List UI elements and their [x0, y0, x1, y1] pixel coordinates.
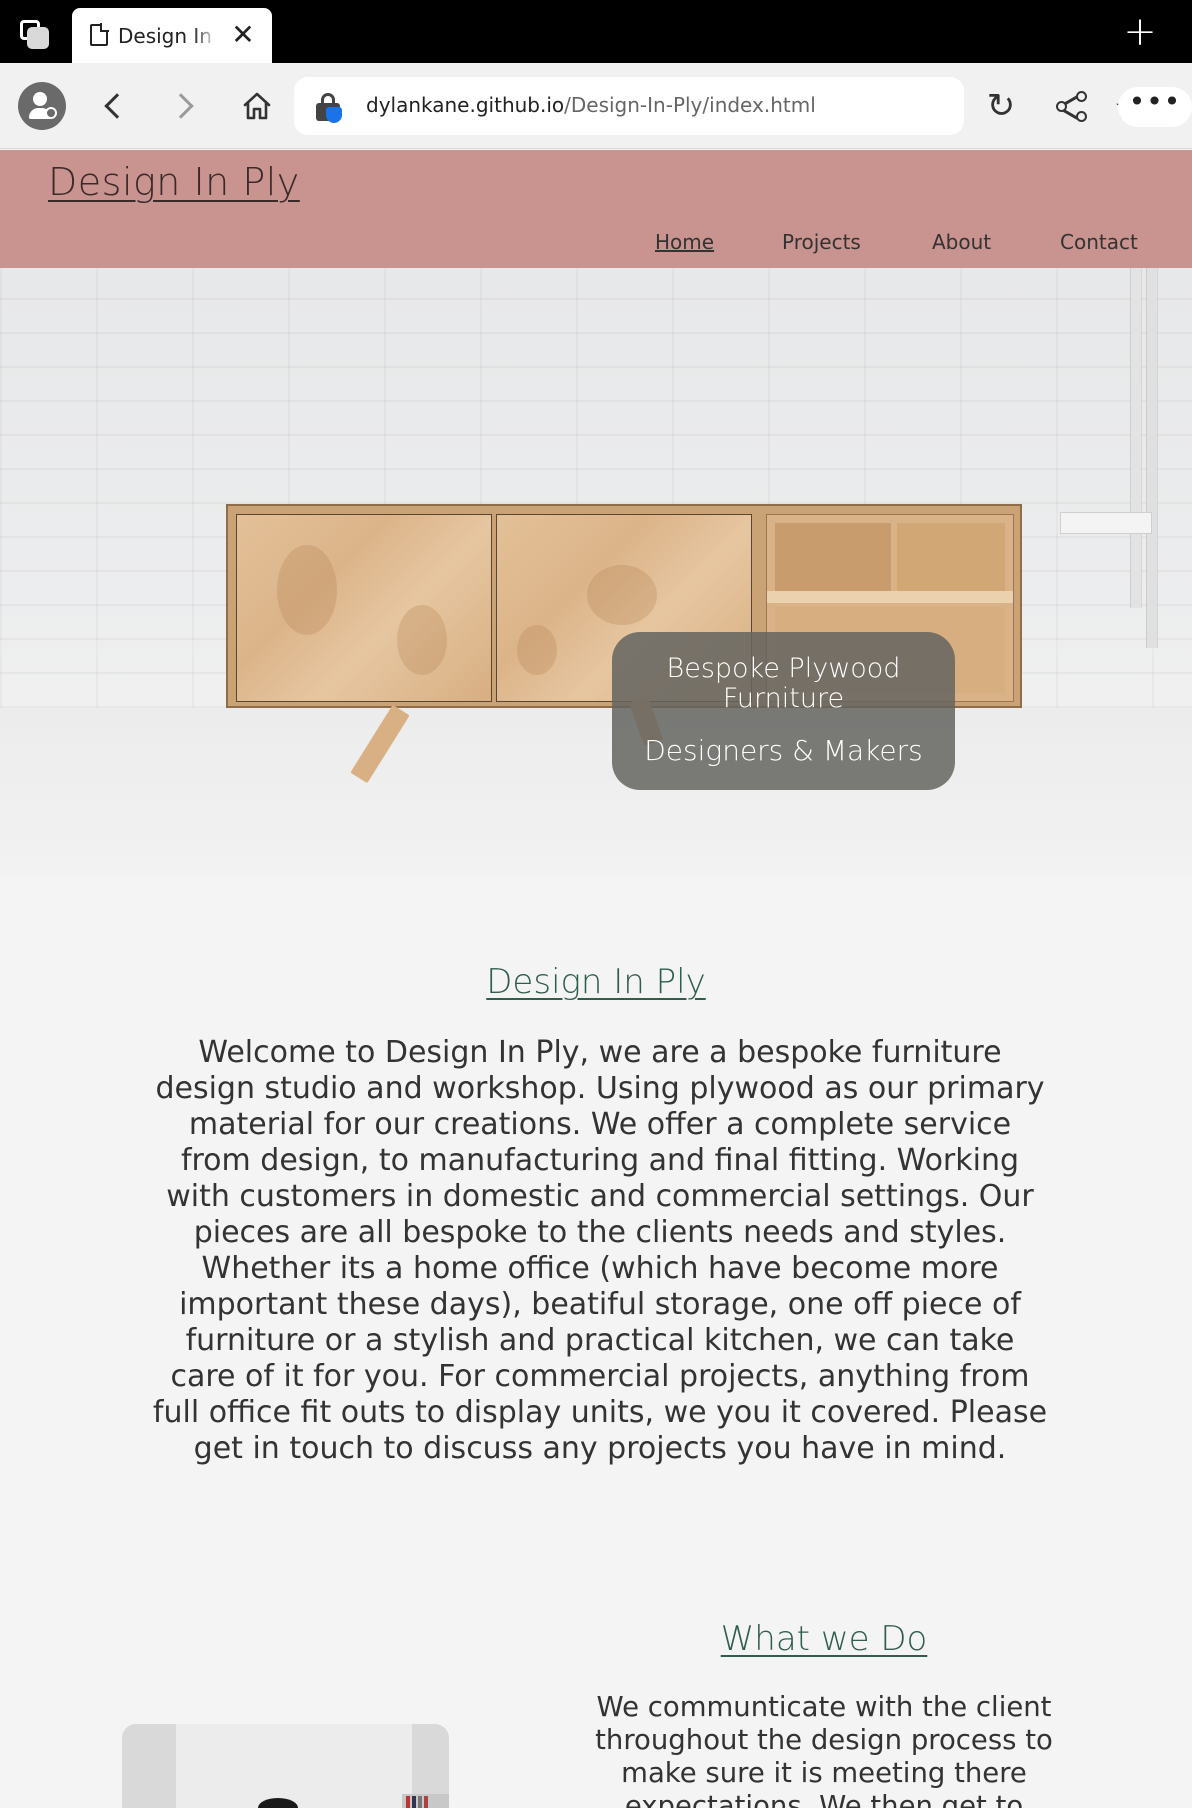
- intro-paragraph: Welcome to Design In Ply, we are a bespo…: [152, 1035, 1048, 1466]
- nav-home-link[interactable]: Home: [655, 230, 714, 254]
- url-path: /Design-In-Ply/index.html: [564, 93, 816, 117]
- workshop-photo: [122, 1724, 449, 1808]
- close-tab-icon[interactable]: ✕: [228, 20, 258, 50]
- address-bar[interactable]: dylankane.github.io/Design-In-Ply/index.…: [294, 77, 1141, 135]
- nav-contact-link[interactable]: Contact: [1060, 230, 1138, 254]
- browser-tab[interactable]: Design In Ply ✕: [72, 8, 272, 64]
- back-button[interactable]: [92, 85, 134, 127]
- hero-image: [0, 268, 1192, 876]
- chevron-right-icon: [168, 93, 194, 119]
- home-button[interactable]: [236, 85, 278, 127]
- what-we-do-paragraph: We communticate with the client througho…: [595, 1691, 1053, 1808]
- nav-projects-link[interactable]: Projects: [782, 230, 861, 254]
- url-host: dylankane.github.io: [366, 93, 565, 117]
- tab-switcher-icon[interactable]: [18, 18, 52, 52]
- hero-tagline-primary: Bespoke Plywood Furniture: [666, 653, 901, 714]
- home-icon: [243, 92, 271, 120]
- share-icon[interactable]: [1054, 89, 1090, 125]
- reload-icon[interactable]: ↻: [984, 89, 1018, 123]
- profile-avatar-icon[interactable]: [18, 82, 66, 130]
- what-we-do-heading: What we Do: [720, 1619, 928, 1659]
- intro-heading: Design In Ply: [486, 962, 706, 1002]
- tab-title: Design In Ply: [118, 24, 218, 48]
- nav-about-link[interactable]: About: [932, 230, 991, 254]
- browser-toolbar: dylankane.github.io/Design-In-Ply/index.…: [0, 63, 1192, 149]
- url-text[interactable]: dylankane.github.io/Design-In-Ply/index.…: [366, 93, 816, 117]
- site-header: Design In Ply Home Projects About Contac…: [0, 150, 1192, 268]
- hero-tagline-box: Bespoke Plywood Furniture Designers & Ma…: [612, 632, 955, 790]
- hero-tagline-secondary: Designers & Makers: [644, 734, 923, 767]
- browser-tab-bar: Design In Ply ✕ +: [0, 0, 1192, 64]
- forward-button[interactable]: [164, 85, 206, 127]
- site-security-icon[interactable]: [316, 93, 342, 123]
- site-logo-link[interactable]: Design In Ply: [48, 160, 300, 204]
- document-icon: [90, 23, 109, 46]
- new-tab-button[interactable]: +: [1120, 12, 1160, 52]
- chevron-left-icon: [104, 93, 130, 119]
- more-options-button[interactable]: •••: [1118, 87, 1192, 127]
